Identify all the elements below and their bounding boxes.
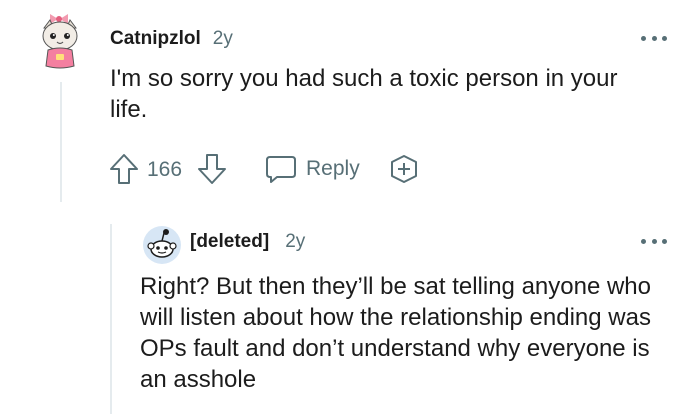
reply-more-options-icon[interactable] <box>641 237 667 245</box>
comment-header: Catnipzlol 2y <box>110 26 233 52</box>
award-icon[interactable] <box>388 153 420 185</box>
reply-thread-line[interactable] <box>110 224 112 414</box>
reply-comment: [deleted] 2y Right? But then they’ll be … <box>0 210 700 414</box>
cat-avatar-icon[interactable] <box>38 8 82 72</box>
reply-bubble-icon <box>266 156 296 183</box>
reply-username: [deleted] <box>190 231 270 252</box>
reply-header: [deleted] 2y <box>190 229 305 255</box>
comment-more-options-icon[interactable] <box>641 34 667 42</box>
downvote-icon[interactable] <box>196 152 228 186</box>
vote-count: 166 <box>147 158 183 181</box>
comment-thread-line[interactable] <box>60 82 62 202</box>
reply-button[interactable]: Reply <box>264 152 360 186</box>
reply-body: Right? But then they’ll be sat telling a… <box>140 273 651 393</box>
upvote-icon[interactable] <box>108 152 140 186</box>
reply-label: Reply <box>306 157 360 180</box>
comment-age: 2y <box>212 28 233 49</box>
comment-body: I'm so sorry you had such a toxic person… <box>110 65 618 123</box>
comment-username[interactable]: Catnipzlol <box>110 28 201 50</box>
snoo-avatar-icon[interactable] <box>141 224 183 266</box>
comment-action-bar: 166 Reply <box>108 152 438 186</box>
reply-age: 2y <box>285 231 306 252</box>
